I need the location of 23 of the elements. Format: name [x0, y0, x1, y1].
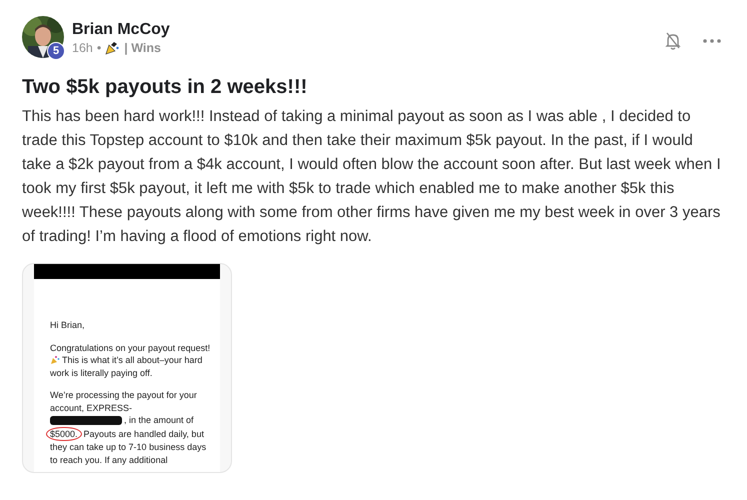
redaction-mark [50, 416, 122, 425]
email-text: they can take up to 7-10 business days [50, 441, 206, 454]
author-name[interactable]: Brian McCoy [72, 21, 657, 39]
email-text: work is literally paying off. [50, 366, 152, 379]
more-icon[interactable] [703, 39, 721, 43]
email-text: We’re processing the payout for your [50, 389, 197, 402]
party-popper-icon [105, 41, 120, 55]
post-body: This has been hard work!!! Instead of taking a minimal payout as soon as I was able , I decided to trade this Topstep account to $10k and then take their maximum $5k payout. In the past, if I would take a $2k payout from a $4k account, I would often blow the account soon after. But last week when I took my first $5k payout, it left me with $5k to trade which enabled me to make another $5k this week!!!! These payouts along with some from other firms have given me my best week in over 3 years of trading! I’m having a flood of emotions right now. [22, 107, 722, 247]
email-text: , in the amount of [124, 414, 194, 426]
email-text: Hi Brian, [50, 319, 85, 332]
email-text: Congratulations on your payout request! [50, 342, 210, 354]
email-text: account, EXPRESS- [50, 402, 132, 414]
email-text: to reach you. If any additional [50, 454, 168, 466]
notifications-off-icon[interactable] [665, 32, 681, 50]
attachment-card[interactable] [22, 263, 232, 473]
circled-amount: $5000. [46, 426, 82, 441]
email-text: Payouts are handled daily, but [84, 428, 204, 440]
post-time: 16h [72, 41, 93, 55]
email-text: This is what it’s all about–your hard [62, 354, 202, 366]
party-popper-icon [50, 355, 60, 366]
level-badge: 5 [47, 42, 65, 60]
separator-dot: • [96, 41, 102, 55]
post-title: Two $5k payouts in 2 weeks!!! [22, 76, 308, 99]
